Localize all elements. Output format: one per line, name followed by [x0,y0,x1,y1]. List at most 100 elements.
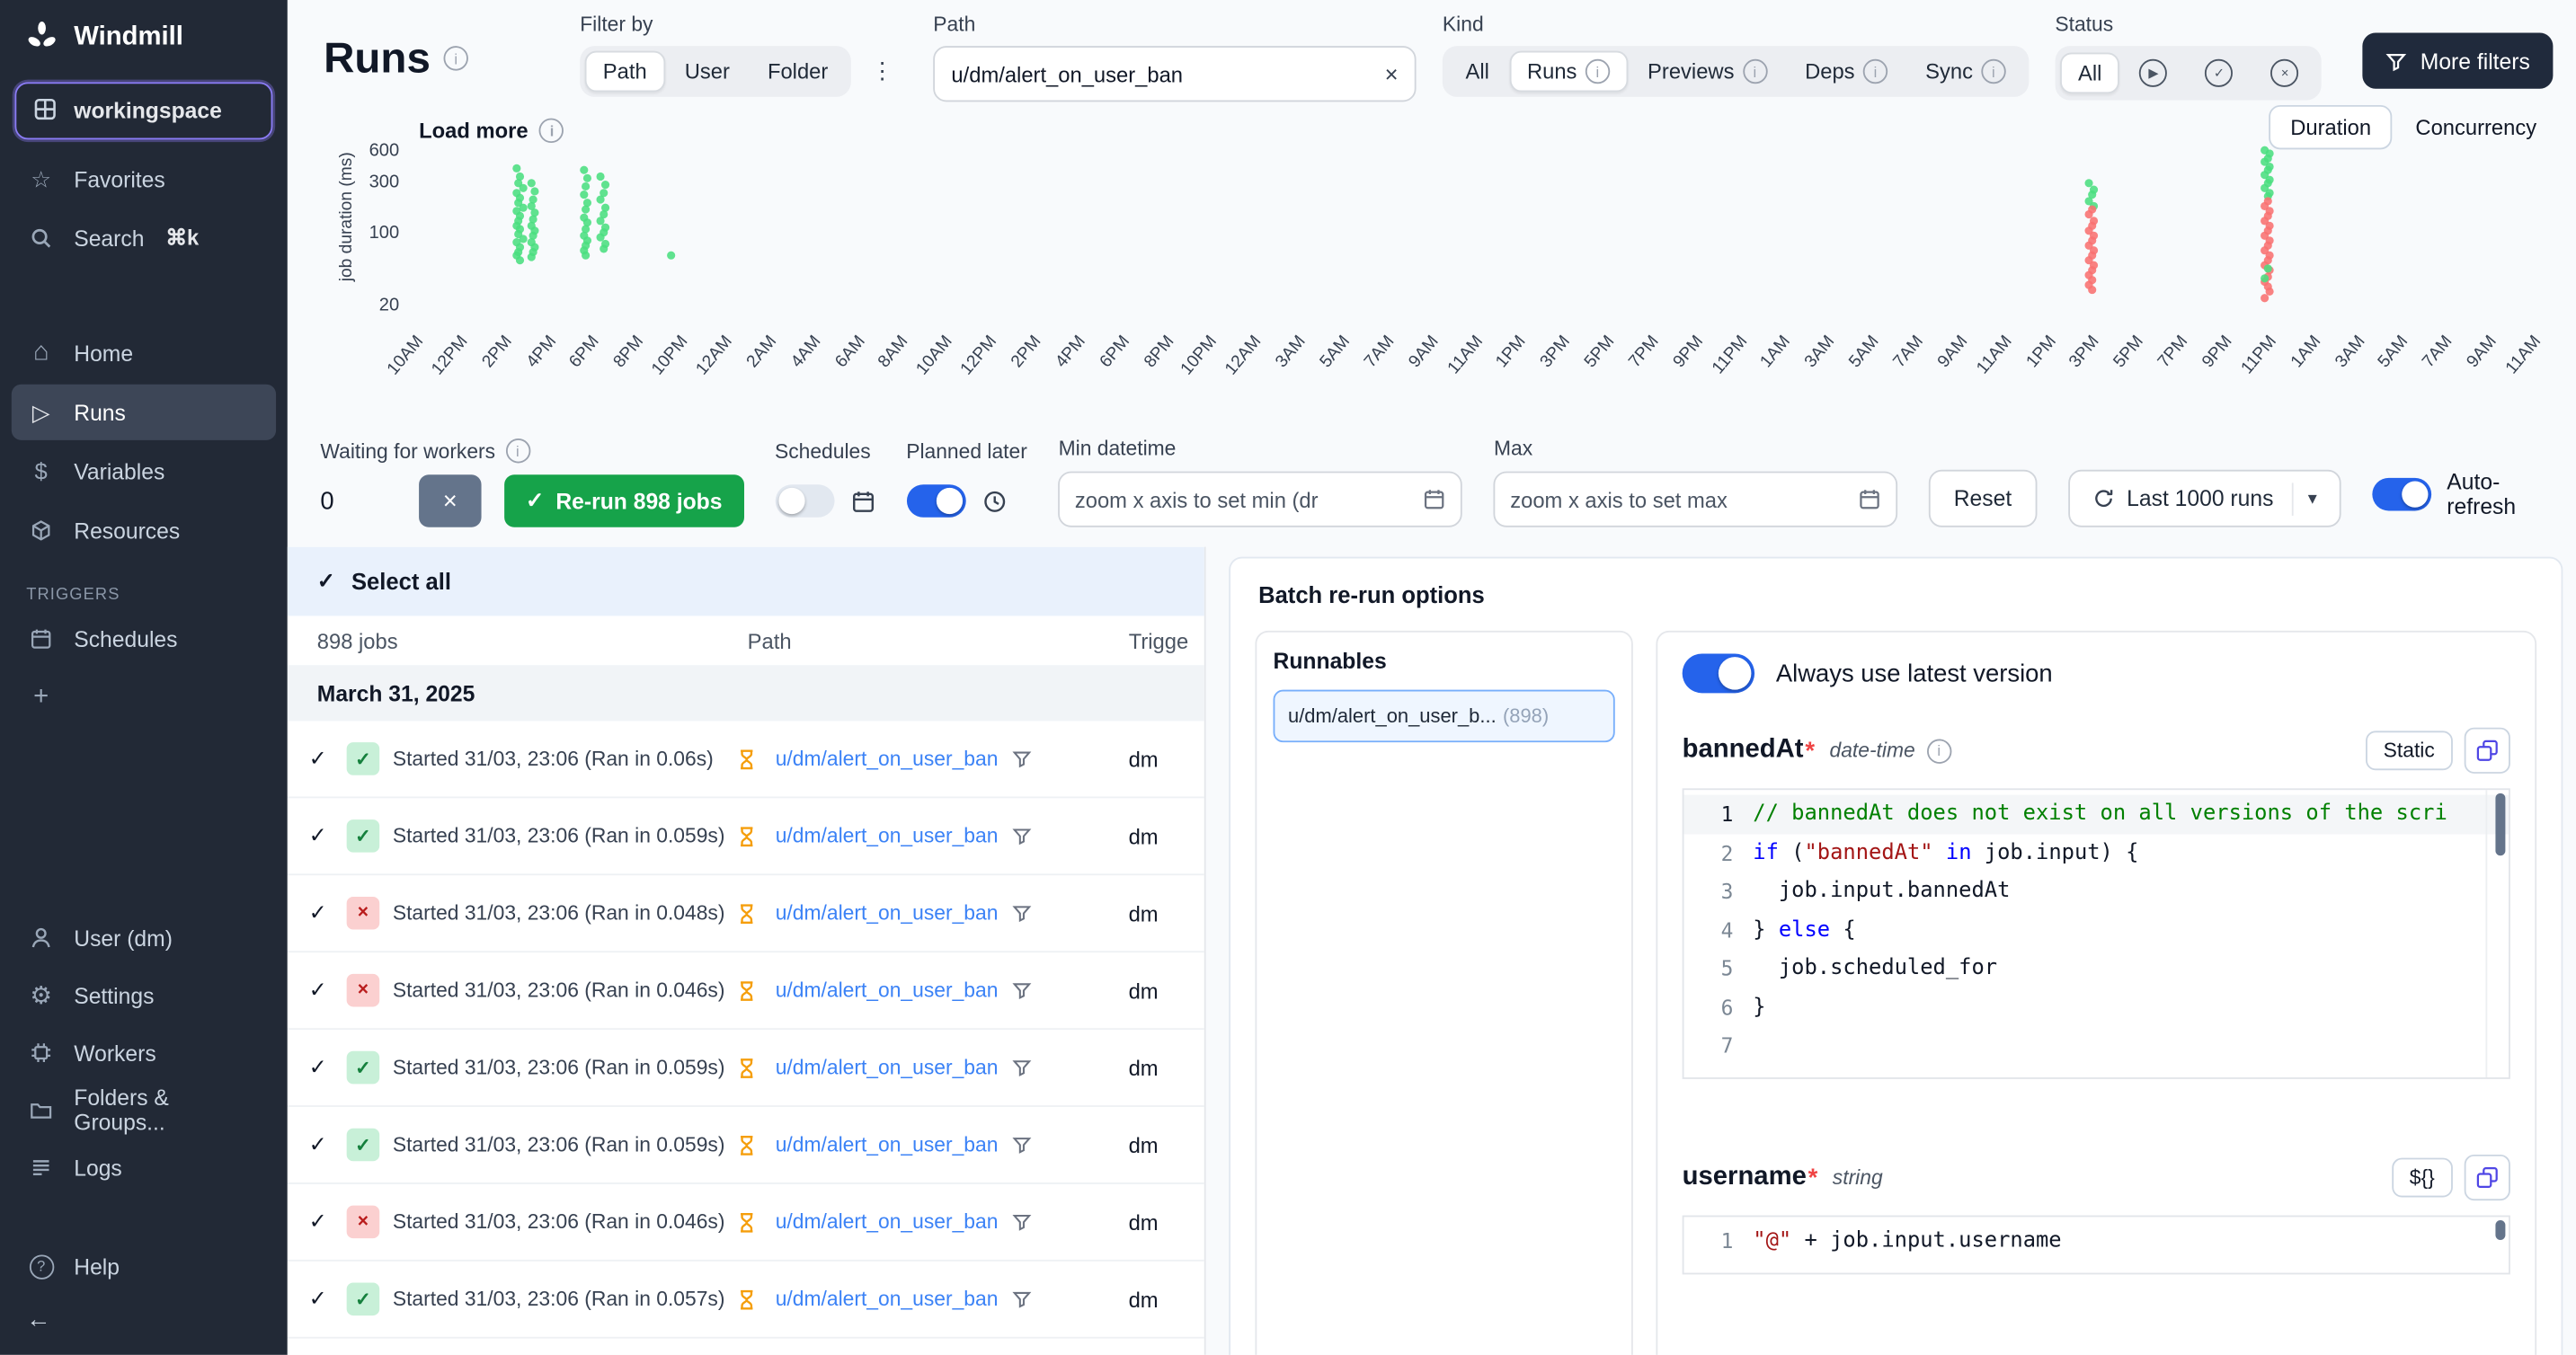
sidebar-item-workers[interactable]: Workers [12,1025,276,1081]
run-row[interactable]: ✓×Started 31/03, 23:06 (Ran in 0.048s)u/… [288,875,1204,952]
sidebar-item-home[interactable]: ⌂ Home [12,325,276,381]
expand-editor-button[interactable] [2465,728,2510,774]
kind-tab-runs[interactable]: Runsi [1509,51,1628,93]
kebab-menu-button[interactable]: ⋮ [857,51,907,93]
auto-refresh-toggle[interactable] [2373,478,2432,511]
filter-icon[interactable] [1011,1289,1031,1309]
editor-scrollbar[interactable] [2495,1220,2505,1240]
collapse-sidebar-button[interactable]: ← [0,1296,288,1355]
load-more-button[interactable]: Load more i [419,119,564,143]
code-line[interactable]: 1"@" + job.input.username [1683,1222,2509,1261]
editor-scrollbar[interactable] [2495,793,2505,855]
select-all-bar[interactable]: ✓ Select all [288,547,1204,616]
filter-tab-user[interactable]: User [667,51,748,93]
sidebar-item-schedules[interactable]: Schedules [12,611,276,667]
run-row[interactable]: ✓✓Started 31/03, 23:06 (Ran in 0.059s)u/… [288,1107,1204,1184]
row-checkbox[interactable]: ✓ [309,900,333,926]
sidebar-item-settings[interactable]: ⚙ Settings [12,968,276,1023]
success-run-point[interactable] [516,256,524,264]
run-path-link[interactable]: u/dm/alert_on_user_ban [776,1133,999,1156]
info-icon[interactable]: i [444,46,468,70]
min-datetime-input[interactable]: zoom x axis to set min (dr [1059,472,1463,527]
run-row[interactable]: ✓×Started 31/03, 23:06 (Ran in 0.046s)u/… [288,952,1204,1030]
filter-icon[interactable] [1011,1058,1031,1077]
status-tab-failure[interactable]: × [2253,51,2317,95]
cancel-selection-button[interactable]: × [419,474,481,527]
success-run-point[interactable] [599,244,607,252]
success-run-point[interactable] [667,252,675,260]
run-path-link[interactable]: u/dm/alert_on_user_ban [776,825,999,848]
clear-path-icon[interactable]: × [1385,61,1399,87]
status-tab-running[interactable]: ▶ [2121,51,2185,95]
sidebar-item-logs[interactable]: Logs [12,1139,276,1195]
rerun-jobs-button[interactable]: ✓ Re-run 898 jobs [504,474,743,527]
run-path-link[interactable]: u/dm/alert_on_user_ban [776,748,999,771]
planned-later-toggle[interactable] [906,484,965,518]
sidebar-item-help[interactable]: ? Help [12,1238,276,1294]
row-checkbox[interactable]: ✓ [309,978,333,1004]
sidebar-item-folders[interactable]: Folders & Groups... [12,1083,276,1138]
code-line[interactable]: 4} else { [1683,911,2509,950]
sidebar-item-variables[interactable]: $ Variables [12,444,276,500]
row-checkbox[interactable]: ✓ [309,1286,333,1312]
sidebar-add-trigger-button[interactable]: + [12,670,276,726]
kind-tab-all[interactable]: All [1447,51,1507,93]
username-code-editor[interactable]: 1"@" + job.input.username [1683,1216,2510,1275]
success-run-point[interactable] [580,190,588,199]
run-path-link[interactable]: u/dm/alert_on_user_ban [776,1056,999,1079]
success-run-point[interactable] [584,174,592,182]
filter-tab-path[interactable]: Path [585,51,665,93]
run-path-link[interactable]: u/dm/alert_on_user_ban [776,1288,999,1311]
success-run-point[interactable] [531,187,539,195]
success-run-point[interactable] [582,252,590,260]
run-row[interactable]: ✓✓Started 31/03, 23:06 (Ran in 0.057s)u/… [288,1262,1204,1339]
scatter-plot[interactable] [413,145,2530,319]
success-run-point[interactable] [527,253,535,261]
row-checkbox[interactable]: ✓ [309,1054,333,1080]
sidebar-item-runs[interactable]: ▷ Runs [12,385,276,440]
filter-icon[interactable] [1011,1135,1031,1155]
filter-tab-folder[interactable]: Folder [750,51,847,93]
code-line[interactable]: 5 job.scheduled_for [1683,949,2509,987]
duration-tab[interactable]: Duration [2269,105,2392,149]
success-run-point[interactable] [582,182,590,190]
run-path-link[interactable]: u/dm/alert_on_user_ban [776,901,999,925]
expand-editor-button[interactable] [2465,1155,2510,1200]
template-mode-button[interactable]: ${} [2392,1158,2453,1198]
row-checkbox[interactable]: ✓ [309,823,333,849]
row-checkbox[interactable]: ✓ [309,746,333,772]
max-datetime-input[interactable]: zoom x axis to set max [1494,472,1898,527]
info-icon[interactable]: i [1927,739,1951,763]
reset-button[interactable]: Reset [1929,470,2036,527]
code-line[interactable]: 1// bannedAt does not exist on all versi… [1683,795,2509,834]
success-run-point[interactable] [512,164,520,172]
run-row[interactable]: ✓✓Started 31/03, 23:06 (Ran in 0.06s)u/d… [288,721,1204,798]
last-runs-dropdown[interactable]: Last 1000 runs ▾ [2067,470,2341,527]
status-tab-all[interactable]: All [2060,52,2120,93]
row-checkbox[interactable]: ✓ [309,1131,333,1157]
more-filters-button[interactable]: More filters [2363,33,2554,89]
run-path-link[interactable]: u/dm/alert_on_user_ban [776,979,999,1002]
run-path-link[interactable]: u/dm/alert_on_user_ban [776,1210,999,1234]
runnable-item[interactable]: u/dm/alert_on_user_b... (898) [1274,690,1615,742]
kind-tab-deps[interactable]: Depsi [1787,51,1905,93]
concurrency-tab[interactable]: Concurrency [2395,107,2556,148]
filter-icon[interactable] [1011,980,1031,1000]
success-run-point[interactable] [527,179,535,187]
workspace-switcher[interactable]: workingspace [14,82,272,139]
code-line[interactable]: 3 job.input.bannedAt [1683,872,2509,911]
run-row[interactable]: ✓×Started 31/03, 23:06 (Ran in 0.046s)u/… [288,1184,1204,1262]
success-run-point[interactable] [2263,265,2271,273]
filter-icon[interactable] [1011,903,1031,923]
bannedat-code-editor[interactable]: 1// bannedAt does not exist on all versi… [1683,788,2510,1079]
status-tab-success[interactable]: ✓ [2187,51,2251,95]
run-row[interactable]: ✓✓Started 31/03, 23:06 (Ran in 0.059s)u/… [288,1030,1204,1107]
sidebar-item-favorites[interactable]: ☆ Favorites [12,151,276,207]
path-filter-input[interactable]: u/dm/alert_on_user_ban × [933,46,1416,102]
static-mode-button[interactable]: Static [2366,731,2453,770]
filter-icon[interactable] [1011,748,1031,768]
run-row[interactable]: ✓✓Started 31/03, 23:06 (Ran in 0.059s)u/… [288,798,1204,875]
success-run-point[interactable] [597,173,605,182]
filter-icon[interactable] [1011,826,1031,846]
kind-tab-previews[interactable]: Previewsi [1630,51,1785,93]
